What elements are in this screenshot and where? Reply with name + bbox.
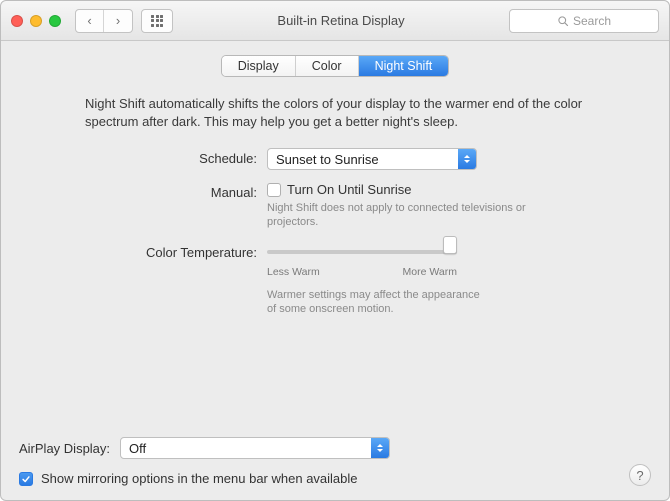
night-shift-form: Schedule: Sunset to Sunrise Manual: Turn… (137, 148, 571, 328)
prefs-window: ‹ › Built-in Retina Display Search (0, 0, 670, 501)
airplay-label: AirPlay Display: (19, 441, 110, 456)
window-controls (11, 15, 61, 27)
help-button[interactable]: ? (629, 464, 651, 486)
content: Display Color Night Shift Night Shift au… (1, 41, 669, 500)
manual-label: Manual: (137, 182, 257, 200)
manual-checkbox[interactable] (267, 183, 281, 197)
search-icon (557, 15, 569, 27)
slider-min-label: Less Warm (267, 266, 320, 278)
close-icon[interactable] (11, 15, 23, 27)
night-shift-description: Night Shift automatically shifts the col… (85, 95, 601, 130)
schedule-row: Schedule: Sunset to Sunrise (137, 148, 571, 170)
airplay-popup[interactable]: Off (120, 437, 390, 459)
color-temp-slider[interactable]: Less Warm More Warm (267, 242, 457, 278)
color-temp-hint: Warmer settings may affect the appearanc… (267, 288, 487, 317)
updown-icon (371, 438, 389, 458)
titlebar: ‹ › Built-in Retina Display Search (1, 1, 669, 41)
zoom-icon[interactable] (49, 15, 61, 27)
mirroring-label: Show mirroring options in the menu bar w… (41, 471, 358, 486)
schedule-value: Sunset to Sunrise (276, 152, 379, 167)
schedule-popup[interactable]: Sunset to Sunrise (267, 148, 477, 170)
mirroring-checkbox[interactable] (19, 472, 33, 486)
color-temp-row: Color Temperature: Less Warm More Warm W… (137, 242, 571, 317)
window-title: Built-in Retina Display (181, 13, 501, 28)
help-icon: ? (636, 468, 643, 483)
search-input[interactable]: Search (509, 9, 659, 33)
check-icon (21, 474, 31, 484)
slider-labels: Less Warm More Warm (267, 266, 457, 278)
updown-icon (458, 149, 476, 169)
tab-set: Display Color Night Shift (221, 55, 450, 77)
search-placeholder: Search (573, 14, 611, 28)
nav-back-forward: ‹ › (75, 9, 133, 33)
manual-hint: Night Shift does not apply to connected … (267, 201, 571, 230)
slider-max-label: More Warm (403, 266, 457, 278)
show-all-button[interactable] (141, 9, 173, 33)
tab-display[interactable]: Display (222, 56, 296, 76)
tab-color[interactable]: Color (296, 56, 359, 76)
airplay-value: Off (129, 441, 146, 456)
tab-night-shift[interactable]: Night Shift (359, 56, 449, 76)
schedule-label: Schedule: (137, 148, 257, 166)
manual-row: Manual: Turn On Until Sunrise Night Shif… (137, 182, 571, 230)
chevron-right-icon: › (116, 13, 120, 28)
footer: AirPlay Display: Off Show mirroring opti… (19, 423, 651, 486)
grid-icon (151, 15, 163, 27)
slider-thumb[interactable] (443, 236, 457, 254)
manual-checkbox-row[interactable]: Turn On Until Sunrise (267, 182, 571, 197)
manual-checkbox-label: Turn On Until Sunrise (287, 182, 412, 197)
chevron-left-icon: ‹ (87, 13, 91, 28)
color-temp-label: Color Temperature: (137, 242, 257, 260)
back-button[interactable]: ‹ (76, 10, 104, 32)
forward-button[interactable]: › (104, 10, 132, 32)
minimize-icon[interactable] (30, 15, 42, 27)
tabs: Display Color Night Shift (19, 55, 651, 77)
